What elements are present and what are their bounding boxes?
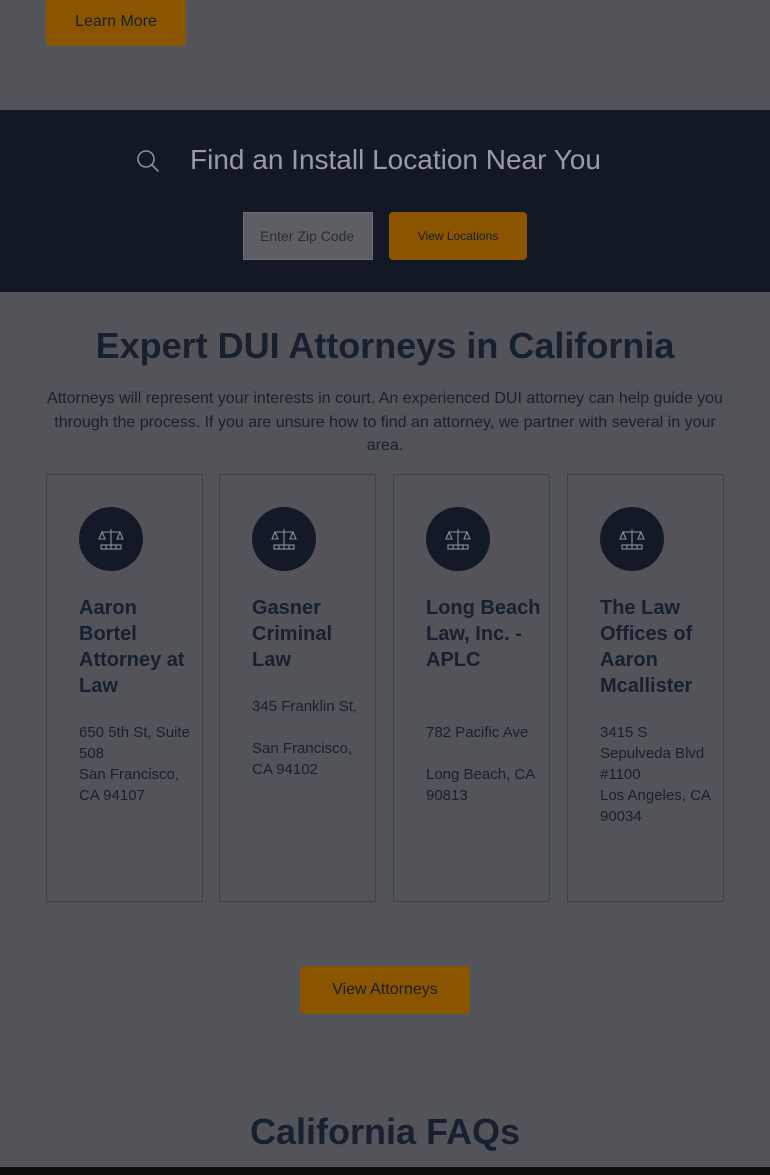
install-location-search-band <box>0 110 770 292</box>
faq-section-title: California FAQs <box>249 1111 521 1152</box>
view-attorneys-button[interactable]: View Attorneys <box>300 966 470 1014</box>
attorney-card: Long Beach Law, Inc. - APLC 782 Pacific … <box>393 474 550 902</box>
attorney-card: The Law Offices of Aaron Mcallister 3415… <box>567 474 724 902</box>
attorney-address-line1: 345 Franklin St, <box>252 698 358 715</box>
attorney-address-line2: San Francisco, CA 94107 <box>79 766 180 804</box>
attorney-address-line1: 650 5th St, Suite 508 <box>79 724 190 762</box>
attorney-name[interactable]: Aaron Bortel Attorney at Law <box>79 595 197 699</box>
attorney-name[interactable]: Gasner Criminal Law <box>252 595 370 673</box>
hero-section: Learn More <box>0 0 770 110</box>
attorney-address-line1: 782 Pacific Ave <box>426 724 529 741</box>
attorneys-section-title: Expert DUI Attorneys in California <box>95 325 675 366</box>
attorneys-intro-text: Attorneys will represent your interests … <box>47 390 723 454</box>
search-title: Find an Install Location Near You <box>190 144 601 175</box>
learn-more-button[interactable]: Learn More <box>46 0 186 46</box>
attorney-address-line2: San Francisco, CA 94102 <box>252 740 353 778</box>
view-locations-button[interactable]: View Locations <box>389 212 527 260</box>
attorney-card: Gasner Criminal Law 345 Franklin St, San… <box>219 474 376 902</box>
scales-of-justice-icon <box>252 507 316 571</box>
attorney-address-line2: Los Angeles, CA 90034 <box>600 787 711 825</box>
scales-of-justice-icon <box>79 507 143 571</box>
scales-of-justice-icon <box>600 507 664 571</box>
zip-code-input[interactable] <box>243 212 373 260</box>
attorney-address-line1: 3415 S Sepulveda Blvd #1100 <box>600 724 705 783</box>
bottom-bar <box>0 1167 770 1175</box>
attorney-address-line2: Long Beach, CA 90813 <box>426 766 535 804</box>
attorney-name[interactable]: The Law Offices of Aaron Mcallister <box>600 595 722 699</box>
search-icon <box>137 150 159 172</box>
attorney-name[interactable]: Long Beach Law, Inc. - APLC <box>426 595 544 673</box>
attorney-card: Aaron Bortel Attorney at Law 650 5th St,… <box>46 474 203 902</box>
scales-of-justice-icon <box>426 507 490 571</box>
